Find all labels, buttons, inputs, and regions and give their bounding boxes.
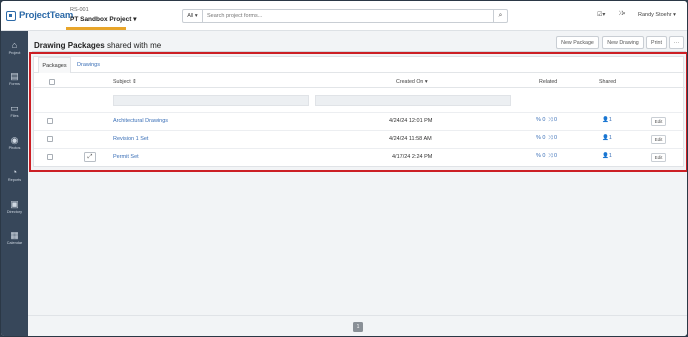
user-icon: 👤 xyxy=(602,153,609,159)
dashboard-icon: ◔ xyxy=(11,167,18,177)
row-created-on: 4/17/24 2:24 PM xyxy=(392,154,433,160)
shuffle-icon: ⤨ xyxy=(548,135,553,141)
table-row: ⤢ Permit Set 4/17/24 2:24 PM % 0 ⤨ 0 👤1 … xyxy=(34,148,685,165)
row-checkbox[interactable] xyxy=(47,118,53,124)
search-bar: All ▾ ⌕ xyxy=(182,9,508,23)
new-drawing-button[interactable]: New Drawing xyxy=(602,36,644,49)
tab-packages[interactable]: Packages xyxy=(38,57,71,73)
user-icon: 👤 xyxy=(602,117,609,123)
sidebar-item-project[interactable]: ⌂ Project xyxy=(1,40,28,55)
row-related[interactable]: ⤨ 0 xyxy=(548,135,557,142)
folder-icon: ▭ xyxy=(10,103,19,113)
link-icon: % xyxy=(536,153,541,159)
row-links[interactable]: % 0 xyxy=(536,135,545,141)
row-checkbox[interactable] xyxy=(47,154,53,160)
sidebar-item-directory[interactable]: ▣ Directory xyxy=(1,199,28,214)
row-created-on: 4/24/24 12:01 PM xyxy=(389,118,433,124)
row-related[interactable]: ⤨ 0 xyxy=(548,153,557,160)
address-book-icon: ▣ xyxy=(10,199,19,209)
top-bar: ProjectTeam RS-001 PT Sandbox Project ▾ … xyxy=(1,1,687,31)
row-links[interactable]: % 0 xyxy=(536,117,545,123)
app-window: ProjectTeam RS-001 PT Sandbox Project ▾ … xyxy=(0,0,688,337)
column-shared: Shared xyxy=(599,79,617,85)
sidebar-item-reports[interactable]: ◔ Reports xyxy=(1,167,28,182)
search-scope-select[interactable]: All ▾ xyxy=(183,10,203,22)
link-icon: % xyxy=(536,117,541,123)
tab-bar: Packages Drawings xyxy=(34,57,685,73)
row-subject-link[interactable]: Architectural Drawings xyxy=(113,118,168,124)
chevron-down-icon: ▾ xyxy=(133,16,137,23)
new-package-button[interactable]: New Package xyxy=(556,36,599,49)
row-subject-link[interactable]: Permit Set xyxy=(113,154,139,160)
page-title: Drawing Packages shared with me xyxy=(34,41,162,50)
created-on-filter-input[interactable] xyxy=(315,95,511,106)
shuffle-icon: ⤨ xyxy=(548,117,553,123)
packages-panel: Packages Drawings Subject ⇕ Created On ▾… xyxy=(33,56,685,167)
link-icon: % xyxy=(536,135,541,141)
print-button[interactable]: Print xyxy=(646,36,667,49)
row-shared[interactable]: 👤1 xyxy=(602,117,612,123)
column-subject[interactable]: Subject ⇕ xyxy=(113,79,137,85)
logo-icon xyxy=(6,10,16,21)
tab-drawings[interactable]: Drawings xyxy=(74,57,103,73)
shuffle-menu-icon[interactable]: ⤨▾ xyxy=(618,11,625,18)
camera-icon: ◉ xyxy=(10,135,19,145)
more-button[interactable]: ··· xyxy=(669,36,684,49)
expand-icon[interactable]: ⤢ xyxy=(84,152,96,162)
row-checkbox[interactable] xyxy=(47,136,53,142)
sidebar-item-photos[interactable]: ◉ Photos xyxy=(1,135,28,150)
sidebar: ⌂ Project ▤ Forms ▭ Files ◉ Photos ◔ Rep… xyxy=(1,31,28,336)
row-related[interactable]: ⤨ 0 xyxy=(548,117,557,124)
pagination-page-1[interactable]: 1 xyxy=(353,322,363,332)
project-selector[interactable]: RS-001 PT Sandbox Project ▾ xyxy=(70,7,136,23)
subject-filter-input[interactable] xyxy=(113,95,309,106)
row-subject-link[interactable]: Revision 1 Set xyxy=(113,136,148,142)
table-header: Subject ⇕ Created On ▾ Related Shared xyxy=(34,77,685,88)
calendar-icon: ▦ xyxy=(10,230,19,240)
shuffle-icon: ⤨ xyxy=(548,153,553,159)
main-content: Drawing Packages shared with me New Pack… xyxy=(28,32,687,336)
checklist-menu-icon[interactable]: ☑▾ xyxy=(597,11,605,18)
table-row: Architectural Drawings 4/24/24 12:01 PM … xyxy=(34,112,685,129)
document-icon: ▤ xyxy=(10,71,19,81)
row-created-on: 4/24/24 11:58 AM xyxy=(389,136,432,142)
sort-icon: ⇕ xyxy=(132,79,137,85)
logo-text: ProjectTeam xyxy=(19,10,74,21)
sort-desc-icon: ▾ xyxy=(424,79,428,85)
project-code: RS-001 xyxy=(70,7,89,13)
logo[interactable]: ProjectTeam xyxy=(6,10,73,21)
search-input[interactable] xyxy=(203,10,493,22)
edit-button[interactable]: Edit xyxy=(651,135,666,144)
project-name: PT Sandbox Project ▾ xyxy=(70,16,137,23)
sidebar-item-forms[interactable]: ▤ Forms xyxy=(1,71,28,86)
sidebar-item-calendar[interactable]: ▦ Calendar xyxy=(1,230,28,245)
row-shared[interactable]: 👤1 xyxy=(602,153,612,159)
row-shared[interactable]: 👤1 xyxy=(602,135,612,141)
project-active-underline xyxy=(66,27,126,30)
row-links[interactable]: % 0 xyxy=(536,153,545,159)
user-menu[interactable]: Randy Stoehr ▾ xyxy=(638,12,676,18)
home-icon: ⌂ xyxy=(11,40,18,50)
column-related: Related xyxy=(539,79,558,85)
user-icon: 👤 xyxy=(602,135,609,141)
edit-button[interactable]: Edit xyxy=(651,153,666,162)
search-icon[interactable]: ⌕ xyxy=(493,10,507,22)
edit-button[interactable]: Edit xyxy=(651,117,666,126)
table-row: Revision 1 Set 4/24/24 11:58 AM % 0 ⤨ 0 … xyxy=(34,130,685,147)
sidebar-item-files[interactable]: ▭ Files xyxy=(1,103,28,118)
column-created-on[interactable]: Created On ▾ xyxy=(396,79,428,85)
footer-divider xyxy=(28,315,687,316)
select-all-checkbox[interactable] xyxy=(49,79,55,85)
